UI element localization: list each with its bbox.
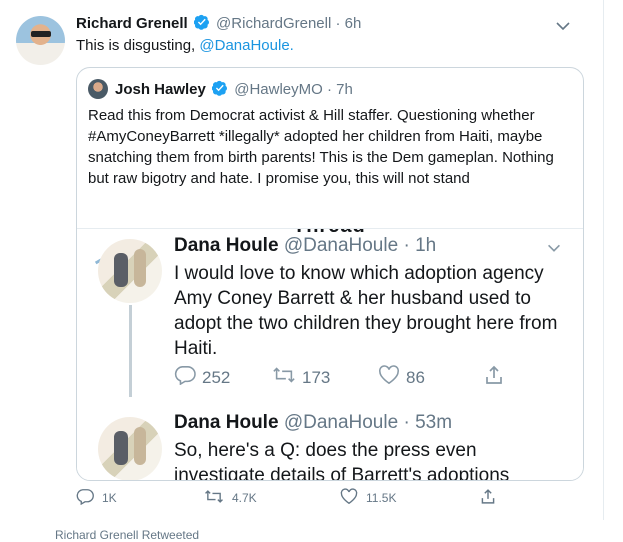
separator-dot: · [403, 412, 410, 433]
inner-action-bar: 252 173 86 [174, 365, 502, 390]
retweet-icon[interactable] [204, 488, 224, 508]
quoted-header: Josh Hawley @HawleyMO · 7h [115, 80, 353, 100]
quoted-author-handle[interactable]: @HawleyMO [234, 81, 323, 98]
inner-timestamp: 1h [415, 235, 437, 256]
inner-avatar [98, 417, 162, 480]
inner-tweet-text: I would love to know which adoption agen… [174, 263, 558, 359]
inner-tweet-header: Dana Houle @DanaHoule · 53m [174, 412, 452, 434]
tweet-text-body: This is disgusting, [76, 37, 200, 54]
inner-reply: 252 [174, 365, 230, 390]
tweet-header: Richard Grenell @RichardGrenell · 6h [76, 14, 361, 34]
inner-share [484, 365, 504, 390]
author-name[interactable]: Richard Grenell [76, 15, 188, 32]
verified-badge-icon [211, 80, 228, 100]
quoted-avatar[interactable] [88, 79, 108, 99]
chevron-down-icon [545, 239, 563, 257]
action-bar: 1K 4.7K 11.5K [76, 488, 516, 510]
inner-author-handle: @DanaHoule [283, 235, 399, 256]
inner-like-count: 86 [406, 367, 425, 387]
inner-avatar [98, 239, 162, 303]
retweeted-by-fragment: Richard Grenell Retweeted [55, 528, 200, 542]
inner-timestamp: 53m [415, 412, 453, 433]
chevron-down-icon[interactable] [553, 16, 573, 36]
reply-icon[interactable] [76, 488, 94, 508]
verified-badge-icon [193, 14, 210, 34]
separator-dot: · [326, 81, 332, 98]
tweet-text: This is disgusting, @DanaHoule. [76, 37, 294, 54]
retweet-button[interactable]: 4.7K [204, 488, 257, 508]
inner-author-handle: @DanaHoule [283, 412, 399, 433]
share-button[interactable] [480, 488, 496, 508]
inner-tweet-text: So, here's a Q: does the press even inve… [174, 440, 510, 481]
inner-tweet-header: Dana Houle @DanaHoule · 1h [174, 235, 436, 257]
separator-dot: · [403, 235, 410, 256]
inner-author-name: Dana Houle [174, 235, 279, 256]
timestamp[interactable]: 6h [345, 15, 362, 32]
like-count: 11.5K [366, 491, 397, 505]
inner-retweet: 173 [272, 365, 330, 390]
quoted-tweet[interactable]: Josh Hawley @HawleyMO · 7h Read this fro… [76, 67, 584, 481]
quoted-tweet-text: Read this from Democrat activist & Hill … [88, 107, 554, 187]
inner-author-name: Dana Houle [174, 412, 279, 433]
thread-connector-line [129, 305, 132, 397]
reply-icon [174, 365, 196, 390]
like-button[interactable]: 11.5K [340, 488, 396, 508]
retweet-count: 4.7K [232, 491, 257, 505]
inner-retweet-count: 173 [302, 367, 331, 387]
inner-like: 86 [378, 365, 425, 390]
retweet-icon [272, 365, 296, 390]
tweet-card[interactable]: Richard Grenell @RichardGrenell · 6h Thi… [0, 0, 604, 520]
quoted-timestamp[interactable]: 7h [336, 81, 353, 98]
mention-link[interactable]: @DanaHoule. [199, 37, 293, 54]
quoted-author-name[interactable]: Josh Hawley [115, 81, 206, 98]
heart-icon [378, 365, 400, 390]
share-icon[interactable] [480, 488, 496, 508]
avatar[interactable] [16, 16, 65, 65]
reply-button[interactable]: 1K [76, 488, 117, 508]
heart-icon[interactable] [340, 488, 358, 508]
embedded-screenshot[interactable]: Thread Dana Houle @DanaHoule · 1h I woul… [77, 228, 583, 481]
share-icon [484, 365, 504, 390]
inner-reply-count: 252 [202, 367, 231, 387]
reply-count: 1K [102, 491, 117, 505]
separator-dot: · [335, 15, 341, 32]
author-handle[interactable]: @RichardGrenell [216, 15, 331, 32]
